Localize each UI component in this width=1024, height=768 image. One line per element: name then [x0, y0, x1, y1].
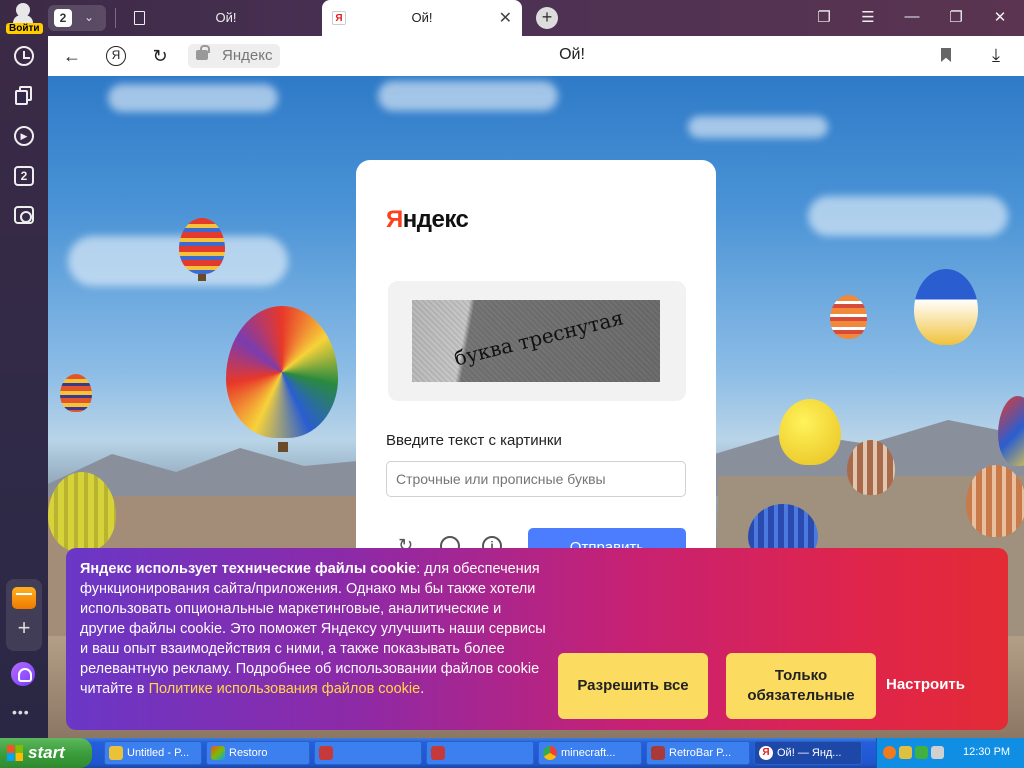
- logo-letter: Я: [386, 206, 403, 233]
- chrome-icon: [543, 746, 557, 760]
- menu-icon[interactable]: ☰: [856, 8, 880, 26]
- cloud: [688, 116, 828, 138]
- tab-count: 2: [54, 9, 72, 27]
- user-icon: [13, 3, 33, 23]
- cookie-policy-link[interactable]: Политике использования файлов cookie: [149, 681, 421, 697]
- taskbar-item-label: minecraft...: [561, 747, 616, 759]
- download-icon[interactable]: ⤓: [992, 45, 1000, 66]
- cloud: [378, 81, 558, 111]
- taskbar-item-yandex[interactable]: Я Ой! — Янд...: [754, 741, 862, 765]
- tray-app-icon[interactable]: [899, 746, 912, 759]
- divider: [115, 8, 116, 28]
- taskbar-item-chrome[interactable]: minecraft...: [538, 741, 642, 765]
- cloud: [808, 196, 1008, 236]
- cookie-end-text: .: [420, 681, 425, 697]
- title-bar: Войти 2 ⌄ Ой! Я Ой! ✕ + ❐ ☰ — ❐ ✕: [0, 0, 1024, 36]
- taskbar-item-restoro[interactable]: Restoro: [206, 741, 310, 765]
- captcha-prompt-label: Введите текст с картинки: [386, 432, 562, 449]
- captcha-input[interactable]: [386, 461, 686, 497]
- address-bar: ← Я ↻ Яндекс Ой! ⤓: [48, 36, 1024, 76]
- tray-app-icon[interactable]: [915, 746, 928, 759]
- cookie-bold-text: Яндекс использует технические файлы cook…: [80, 561, 417, 577]
- taskbar-item-label: Restoro: [229, 747, 268, 759]
- yandex-icon: Я: [759, 746, 773, 760]
- app-icon: [431, 746, 445, 760]
- cookie-text: Яндекс использует технические файлы cook…: [80, 559, 550, 699]
- taskbar-item-label: Ой! — Янд...: [777, 747, 842, 759]
- windows-logo-icon: [7, 745, 23, 761]
- add-app-button[interactable]: +: [14, 617, 34, 639]
- taskbar-item-retrobar[interactable]: RetroBar P...: [646, 741, 750, 765]
- tab-active[interactable]: Я Ой! ✕: [322, 0, 522, 36]
- close-window-button[interactable]: ✕: [988, 8, 1012, 26]
- restore-button[interactable]: ❐: [944, 8, 968, 26]
- hot-air-balloon: [847, 440, 895, 495]
- hot-air-balloon: [779, 399, 841, 465]
- hot-air-balloon: [966, 465, 1024, 537]
- app-icon: [319, 746, 333, 760]
- allow-all-button[interactable]: Разрешить все: [558, 653, 708, 719]
- hot-air-balloon: [830, 295, 867, 339]
- captcha-card: Яндекс буква треснутая Введите текст с к…: [356, 160, 716, 580]
- hot-air-balloon: [914, 269, 978, 345]
- taskbar-item-app[interactable]: [314, 741, 422, 765]
- mail-icon[interactable]: [12, 587, 36, 609]
- new-tab-button[interactable]: +: [536, 7, 558, 29]
- retrobar-icon: [651, 746, 665, 760]
- sidebar: ▶ 2 + •••: [0, 36, 48, 738]
- collections-icon[interactable]: [13, 86, 35, 108]
- allow-all-label: Разрешить все: [577, 677, 689, 694]
- balloon-basket: [278, 442, 288, 452]
- tab-title: Ой!: [215, 10, 237, 25]
- cookie-banner: Яндекс использует технические файлы cook…: [66, 548, 1008, 730]
- system-tray: 12:30 PM: [876, 738, 1024, 768]
- cloud: [108, 84, 278, 112]
- minimize-button[interactable]: —: [900, 8, 924, 25]
- search-icon[interactable]: [883, 746, 896, 759]
- taskbar-item-paint[interactable]: Untitled - P...: [104, 741, 202, 765]
- more-icon[interactable]: •••: [12, 704, 30, 720]
- logo-rest: ндекс: [402, 206, 469, 233]
- taskbar: start Untitled - P... Restoro minecraft.…: [0, 738, 1024, 768]
- login-label: Войти: [6, 23, 43, 34]
- cookie-settings-button[interactable]: Настроить: [886, 676, 965, 693]
- hot-air-balloon: [48, 472, 116, 552]
- hot-air-balloon: [998, 396, 1024, 466]
- play-icon[interactable]: ▶: [14, 126, 34, 146]
- collections-icon[interactable]: ❐: [812, 8, 836, 26]
- hot-air-balloon: [179, 218, 225, 274]
- hot-air-balloon: [226, 306, 338, 438]
- balloon-basket: [198, 274, 206, 281]
- cloud: [68, 236, 288, 286]
- sidebar-apps-panel: +: [6, 579, 42, 651]
- close-tab-icon[interactable]: ✕: [499, 8, 512, 28]
- yandex-logo: Яндекс: [386, 206, 469, 234]
- cookie-body-text: : для обеспечения функционирования сайта…: [80, 561, 546, 697]
- captcha-image-container: буква треснутая: [388, 281, 686, 401]
- taskbar-item-label: Untitled - P...: [127, 747, 190, 759]
- chevron-down-icon: ⌄: [84, 10, 95, 24]
- start-label: start: [28, 743, 65, 762]
- start-button[interactable]: start: [0, 738, 92, 768]
- tab-title: Ой!: [411, 10, 433, 25]
- page-title[interactable]: Ой!: [48, 46, 1024, 64]
- restoro-icon: [211, 746, 225, 760]
- history-icon[interactable]: [14, 46, 34, 66]
- screenshot-icon[interactable]: [14, 206, 34, 224]
- necessary-only-label: Только обязательные: [747, 667, 855, 704]
- captcha-image-text: буква треснутая: [451, 305, 626, 371]
- alice-assistant-icon[interactable]: [11, 662, 35, 686]
- tab-count-icon[interactable]: 2: [14, 166, 34, 186]
- captcha-image: буква треснутая: [412, 300, 660, 382]
- taskbar-item-label: RetroBar P...: [669, 747, 732, 759]
- taskbar-item-app[interactable]: [426, 741, 534, 765]
- necessary-only-button[interactable]: Только обязательные: [726, 653, 876, 719]
- tab-count-button[interactable]: 2 ⌄: [48, 5, 106, 31]
- tab-inactive[interactable]: Ой!: [122, 0, 320, 36]
- hot-air-balloon: [60, 374, 92, 412]
- login-button[interactable]: Войти: [4, 3, 43, 34]
- paint-icon: [109, 746, 123, 760]
- clock: 12:30 PM: [963, 746, 1011, 758]
- volume-muted-icon[interactable]: [931, 746, 944, 759]
